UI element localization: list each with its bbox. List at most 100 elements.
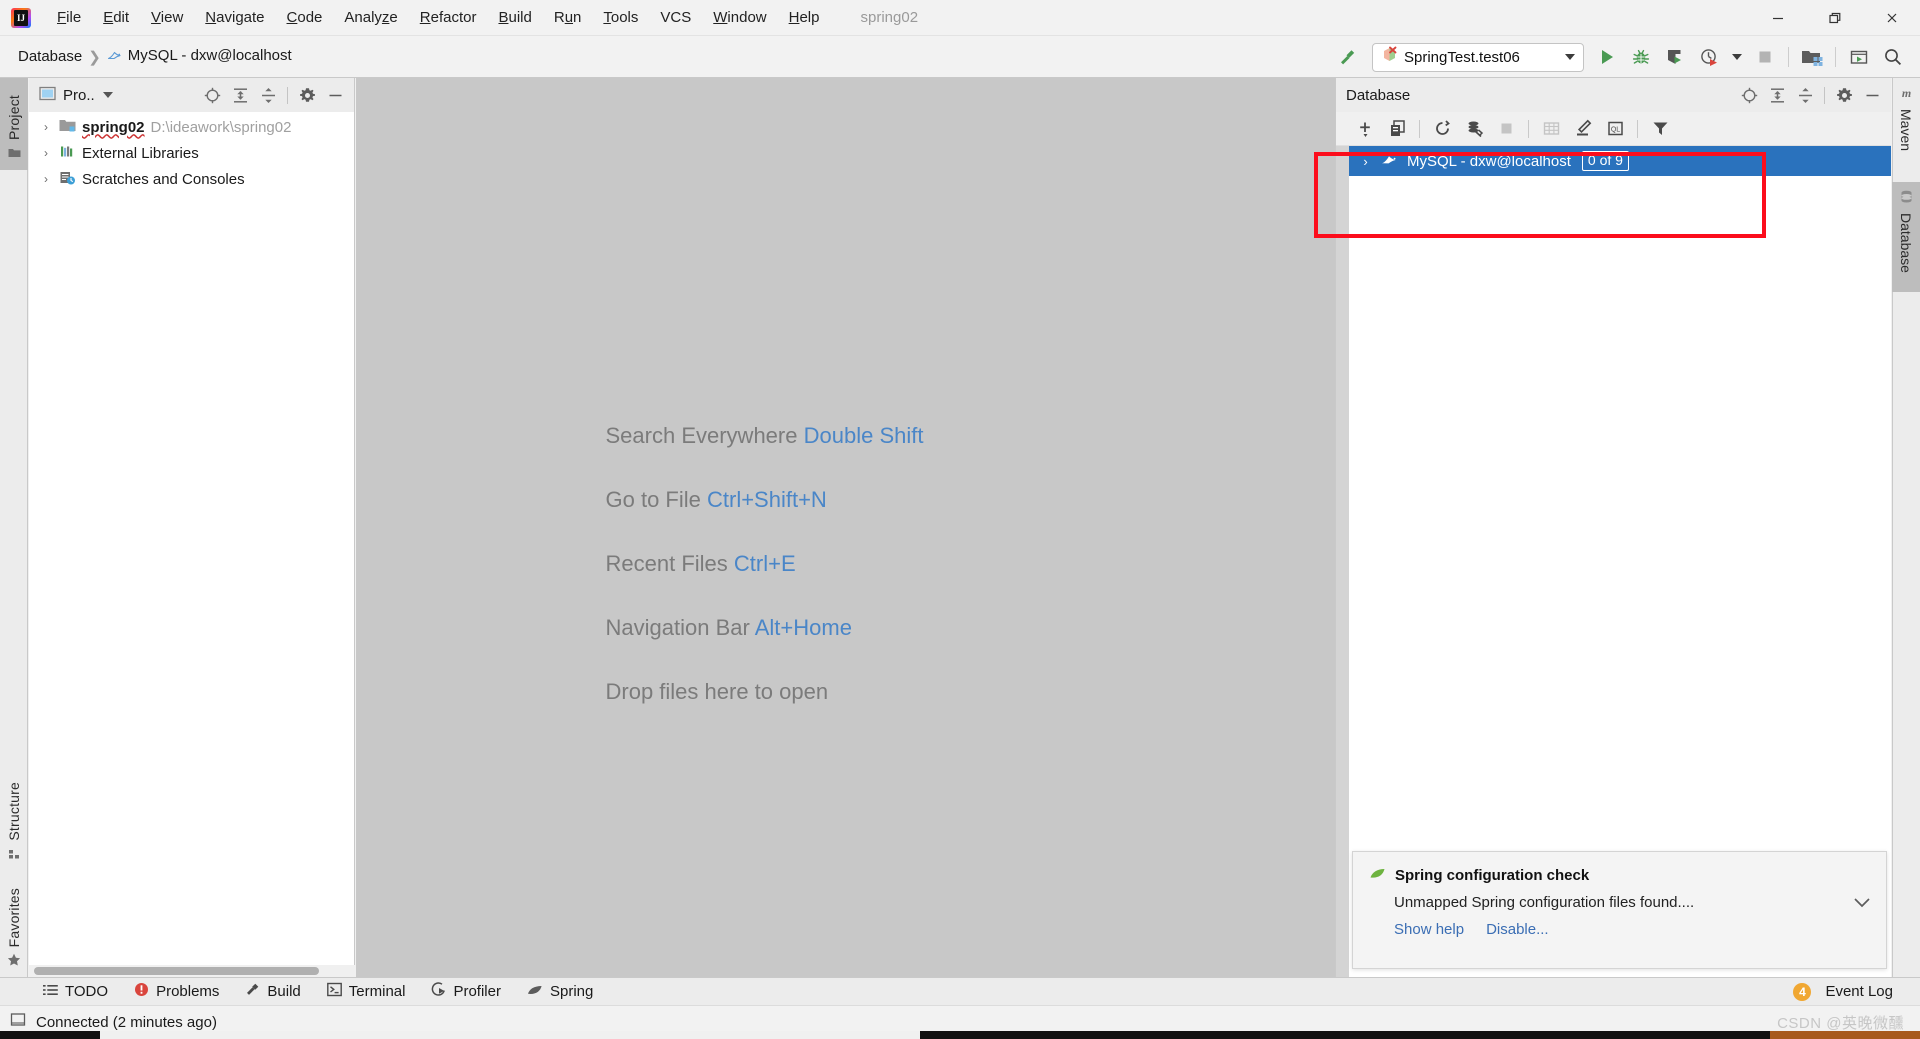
menu-tools[interactable]: Tools <box>592 0 649 36</box>
chevron-down-icon[interactable] <box>102 92 113 98</box>
breadcrumb-separator: ❯ <box>88 48 101 66</box>
sidebar-item-database[interactable]: Database <box>1892 182 1920 292</box>
refresh-icon <box>1435 120 1450 135</box>
updates-button[interactable] <box>1842 40 1876 74</box>
stop-button[interactable] <box>1748 40 1782 74</box>
stop-button[interactable] <box>1491 115 1521 143</box>
bottom-tab-label: Profiler <box>453 983 501 1000</box>
expand-all-button[interactable] <box>227 82 253 108</box>
hide-database-window-button[interactable] <box>1859 82 1885 108</box>
collapse-all-button[interactable] <box>255 82 281 108</box>
bottom-tab-label: Problems <box>156 983 220 1000</box>
profiler-dropdown-button[interactable] <box>1726 40 1748 74</box>
maximize-button[interactable] <box>1806 0 1863 36</box>
tree-node-spring02[interactable]: › spring02 D:\ideawork\spring02 <box>29 114 354 140</box>
menu-view[interactable]: View <box>140 0 194 36</box>
bottom-tab-problems[interactable]: Problems <box>121 979 232 1005</box>
tree-node-label: External Libraries <box>82 144 199 162</box>
spring-leaf-icon <box>527 983 543 1001</box>
run-with-coverage-button[interactable] <box>1658 40 1692 74</box>
bottom-tab-todo[interactable]: TODO <box>30 979 121 1005</box>
run-button[interactable] <box>1590 40 1624 74</box>
star-icon <box>7 953 21 969</box>
duplicate-button[interactable] <box>1382 115 1412 143</box>
toolbar-divider <box>1788 47 1789 67</box>
show-help-link[interactable]: Show help <box>1394 921 1464 938</box>
new-datasource-button[interactable] <box>1350 115 1380 143</box>
collapse-all-icon <box>1798 87 1812 103</box>
search-icon <box>1885 49 1902 66</box>
chevron-down-icon[interactable] <box>1565 54 1575 60</box>
collapse-all-button[interactable] <box>1792 82 1818 108</box>
disable-link[interactable]: Disable... <box>1486 921 1549 938</box>
target-icon <box>204 87 220 103</box>
minimize-icon <box>1772 17 1783 20</box>
synchronize-button[interactable] <box>1459 115 1489 143</box>
menu-run[interactable]: Run <box>543 0 593 36</box>
database-tool-window-label: Database <box>1346 86 1411 104</box>
bottom-bar-right: 4 Event Log <box>1780 979 1920 1005</box>
tree-node-external-libraries[interactable]: › External Libraries <box>29 140 354 166</box>
expand-all-button[interactable] <box>1764 82 1790 108</box>
project-tool-window-title[interactable]: Pro.. <box>39 86 113 105</box>
tree-node-scratches-and-consoles[interactable]: › Scratches and Consoles <box>29 166 354 192</box>
breadcrumb-item-database[interactable]: Database <box>14 46 86 67</box>
close-button[interactable] <box>1863 0 1920 36</box>
sidebar-item-project[interactable]: Project <box>0 78 28 170</box>
module-folder-icon <box>59 118 76 137</box>
chevron-right-icon[interactable]: › <box>1359 154 1372 169</box>
menu-vcs[interactable]: VCS <box>649 0 702 36</box>
hide-project-window-button[interactable] <box>322 82 348 108</box>
menu-code[interactable]: Code <box>276 0 334 36</box>
chevron-right-icon[interactable]: › <box>39 120 53 134</box>
bottom-tab-profiler[interactable]: Profiler <box>418 979 514 1005</box>
svg-text:QL: QL <box>1610 127 1619 134</box>
menu-window[interactable]: Window <box>702 0 777 36</box>
chevron-right-icon[interactable]: › <box>39 146 53 160</box>
copy-icon <box>1390 120 1405 136</box>
project-horizontal-scrollbar[interactable] <box>29 965 355 977</box>
settings-button[interactable] <box>294 82 320 108</box>
menu-help[interactable]: Help <box>778 0 831 36</box>
bottom-tab-spring[interactable]: Spring <box>514 979 606 1005</box>
tree-node-path: D:\ideawork\spring02 <box>150 118 292 136</box>
run-configuration-selector[interactable]: SpringTest.test06 <box>1372 42 1584 72</box>
filter-button[interactable] <box>1645 115 1675 143</box>
breadcrumb-item-datasource[interactable]: MySQL - dxw@localhost <box>103 45 296 67</box>
scroll-from-source-button[interactable] <box>1736 82 1762 108</box>
sidebar-item-maven[interactable]: m Maven <box>1892 78 1920 170</box>
project-tool-window-label: Pro.. <box>63 86 95 104</box>
database-datasource-label: MySQL - dxw@localhost <box>1407 152 1571 170</box>
menu-analyze[interactable]: Analyze <box>333 0 408 36</box>
bottom-tab-build[interactable]: Build <box>232 979 313 1005</box>
menu-file[interactable]: File <box>46 0 92 36</box>
profiler-button[interactable] <box>1692 40 1726 74</box>
sidebar-item-favorites[interactable]: Favorites <box>0 877 28 977</box>
project-structure-button[interactable] <box>1795 40 1829 74</box>
structure-icon <box>8 847 21 863</box>
select-opened-file-button[interactable] <box>199 82 225 108</box>
settings-button[interactable] <box>1831 82 1857 108</box>
minimize-button[interactable] <box>1749 0 1806 36</box>
notification-collapse-button[interactable] <box>1852 896 1872 914</box>
search-everywhere-button[interactable] <box>1876 40 1910 74</box>
bottom-tab-terminal[interactable]: Terminal <box>314 979 419 1005</box>
taskbar-active-app <box>1770 1031 1920 1039</box>
event-log-button[interactable]: 4 Event Log <box>1780 979 1906 1005</box>
scrollbar-thumb[interactable] <box>34 967 319 975</box>
refresh-button[interactable] <box>1427 115 1457 143</box>
menu-edit[interactable]: Edit <box>92 0 140 36</box>
menu-navigate[interactable]: Navigate <box>194 0 275 36</box>
jump-to-data-button[interactable] <box>1536 115 1566 143</box>
modify-button[interactable] <box>1568 115 1598 143</box>
menu-refactor[interactable]: Refactor <box>409 0 488 36</box>
build-hammer-button[interactable] <box>1330 40 1364 74</box>
os-taskbar <box>0 1031 1920 1039</box>
database-datasource-row[interactable]: › MySQL - dxw@localhost 0 of 9 <box>1349 146 1891 176</box>
sidebar-item-structure[interactable]: Structure <box>0 775 28 871</box>
debug-button[interactable] <box>1624 40 1658 74</box>
sidebar-label-structure: Structure <box>6 782 22 841</box>
menu-build[interactable]: Build <box>487 0 542 36</box>
open-console-button[interactable]: QL <box>1600 115 1630 143</box>
chevron-right-icon[interactable]: › <box>39 172 53 186</box>
